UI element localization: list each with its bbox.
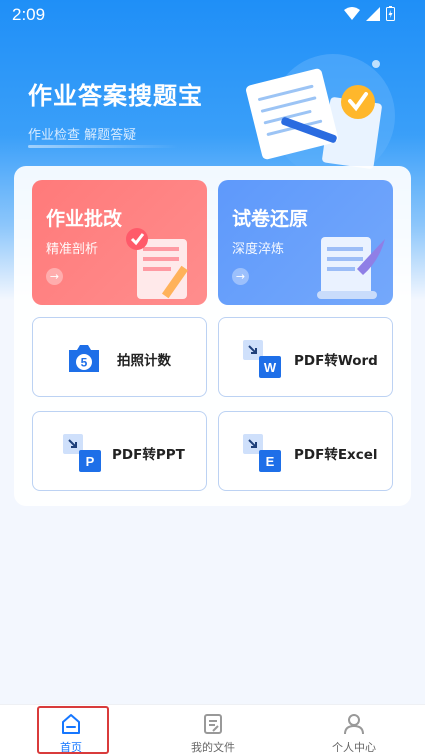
tab-my-files-label: 我的文件 [191, 741, 235, 754]
pdf-to-excel-label: PDF转Excel [294, 447, 378, 463]
subtitle-underline [28, 145, 178, 148]
pdf-to-word-label: PDF转Word [294, 353, 378, 369]
svg-text:E: E [266, 454, 275, 469]
homework-paper-icon [126, 228, 189, 299]
wifi-icon [344, 6, 360, 20]
arrow-right-icon: → [232, 268, 249, 285]
status-time: 2:09 [12, 5, 46, 24]
feature-panel: 作业批改 精准剖析 → 试卷还原 深度淬炼 → 5 拍照计数 W PDF转Wor… [14, 166, 411, 506]
exam-restore-title: 试卷还原 [232, 208, 309, 230]
document-icon [204, 714, 222, 734]
status-bar: 2:09 [0, 0, 425, 30]
app-subtitle: 作业检查 解题答疑 [28, 128, 137, 143]
pdf-to-ppt-icon: P [63, 434, 101, 472]
homework-correction-card[interactable]: 作业批改 精准剖析 → [32, 180, 207, 305]
scroll-quill-icon [317, 237, 385, 299]
battery-icon [386, 6, 395, 21]
user-icon [344, 714, 364, 735]
exam-restore-subtitle: 深度淬炼 [232, 242, 285, 257]
photo-count-label: 拍照计数 [117, 353, 171, 369]
signal-icon [366, 6, 380, 21]
arrow-right-icon: → [46, 268, 63, 285]
tab-profile[interactable]: 个人中心 [283, 705, 425, 756]
svg-text:W: W [264, 360, 277, 375]
camera-count-icon: 5 [69, 345, 99, 372]
photo-count-button[interactable]: 5 拍照计数 [32, 317, 207, 397]
app-title: 作业答案搜题宝 [28, 82, 203, 110]
tab-profile-label: 个人中心 [332, 741, 376, 754]
tab-my-files[interactable]: 我的文件 [142, 705, 284, 756]
pdf-to-word-icon: W [243, 340, 281, 378]
pdf-to-excel-icon: E [243, 434, 281, 472]
homework-correction-title: 作业批改 [46, 208, 123, 230]
pdf-to-word-button[interactable]: W PDF转Word [218, 317, 393, 397]
svg-text:P: P [86, 454, 95, 469]
homework-correction-subtitle: 精准剖析 [46, 242, 99, 257]
pdf-to-excel-button[interactable]: E PDF转Excel [218, 411, 393, 491]
exam-restore-card[interactable]: 试卷还原 深度淬炼 → [218, 180, 393, 305]
document-check-illustration [246, 54, 395, 178]
active-tab-highlight [37, 706, 109, 754]
pdf-to-ppt-button[interactable]: P PDF转PPT [32, 411, 207, 491]
svg-text:5: 5 [81, 356, 88, 370]
pdf-to-ppt-label: PDF转PPT [112, 447, 185, 463]
